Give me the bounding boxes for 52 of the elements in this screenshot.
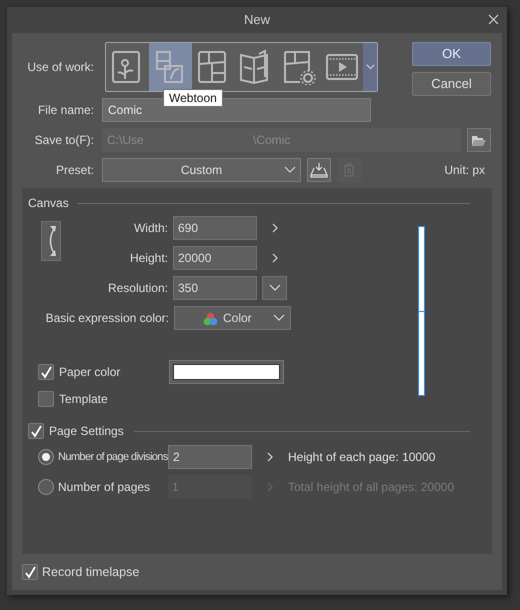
use-option-button[interactable] bbox=[148, 43, 192, 91]
number-field[interactable]: 2 bbox=[168, 445, 252, 469]
radio-label: Number of page divisions bbox=[58, 450, 168, 465]
number-field[interactable]: 350 bbox=[173, 276, 257, 300]
field-label: Preset: bbox=[54, 162, 94, 179]
checkbox[interactable] bbox=[28, 423, 44, 439]
field-label: Height: bbox=[128, 250, 168, 267]
window-title: New bbox=[244, 11, 270, 30]
field-label: File name: bbox=[36, 102, 94, 119]
paper-color-well[interactable] bbox=[169, 360, 284, 384]
resolution-dropdown-button[interactable] bbox=[262, 276, 287, 300]
checkbox[interactable] bbox=[38, 364, 54, 380]
field-label: Width: bbox=[132, 220, 168, 237]
chevron-right-icon[interactable] bbox=[270, 222, 280, 234]
checkbox[interactable] bbox=[38, 391, 54, 407]
rgb-circles-icon bbox=[203, 312, 218, 326]
use-of-work-selector[interactable] bbox=[105, 42, 378, 92]
cancel-button[interactable]: Cancel bbox=[412, 72, 491, 96]
section-title: Canvas bbox=[28, 195, 69, 212]
field-label: Use of work: bbox=[26, 59, 94, 76]
caret-icon bbox=[284, 166, 296, 174]
radio-button[interactable] bbox=[38, 479, 54, 495]
color-mode-dropdown[interactable]: Color bbox=[174, 306, 291, 330]
checkbox-label: Template bbox=[59, 391, 108, 408]
field-label: Save to(F): bbox=[34, 132, 94, 149]
folder-icon bbox=[471, 134, 487, 146]
field-label: Basic expression color: bbox=[44, 310, 169, 327]
chevron-right-icon[interactable] bbox=[270, 252, 280, 264]
tray-download-icon bbox=[310, 162, 328, 178]
checkbox-label: Paper color bbox=[59, 364, 122, 381]
radio-label: Number of pages bbox=[58, 479, 152, 496]
caret-icon bbox=[273, 314, 285, 322]
page-info-text: Height of each page: 10000 bbox=[288, 449, 436, 466]
number-field[interactable]: 690 bbox=[173, 216, 257, 240]
save-preset-button[interactable] bbox=[307, 158, 331, 182]
unit-label: Unit: px bbox=[444, 162, 485, 179]
checkbox-label: Record timelapse bbox=[42, 564, 140, 581]
caret-icon bbox=[366, 64, 375, 70]
color-mode-value: Color bbox=[223, 310, 252, 327]
radio-button[interactable] bbox=[38, 449, 54, 465]
page-gear-icon bbox=[282, 49, 316, 85]
ok-button[interactable]: OK bbox=[412, 42, 491, 66]
tooltip: Webtoon bbox=[163, 89, 223, 107]
swap-orientation-button[interactable] bbox=[41, 221, 61, 261]
browse-folder-button[interactable] bbox=[467, 128, 491, 152]
checkbox[interactable] bbox=[22, 564, 38, 580]
section-title: Page Settings bbox=[49, 423, 124, 440]
field-label: Resolution: bbox=[106, 280, 168, 297]
preset-dropdown[interactable]: Custom bbox=[102, 158, 301, 182]
caret-icon bbox=[268, 284, 280, 292]
chevron-right-icon[interactable] bbox=[265, 451, 275, 463]
number-field[interactable]: 20000 bbox=[173, 246, 257, 270]
